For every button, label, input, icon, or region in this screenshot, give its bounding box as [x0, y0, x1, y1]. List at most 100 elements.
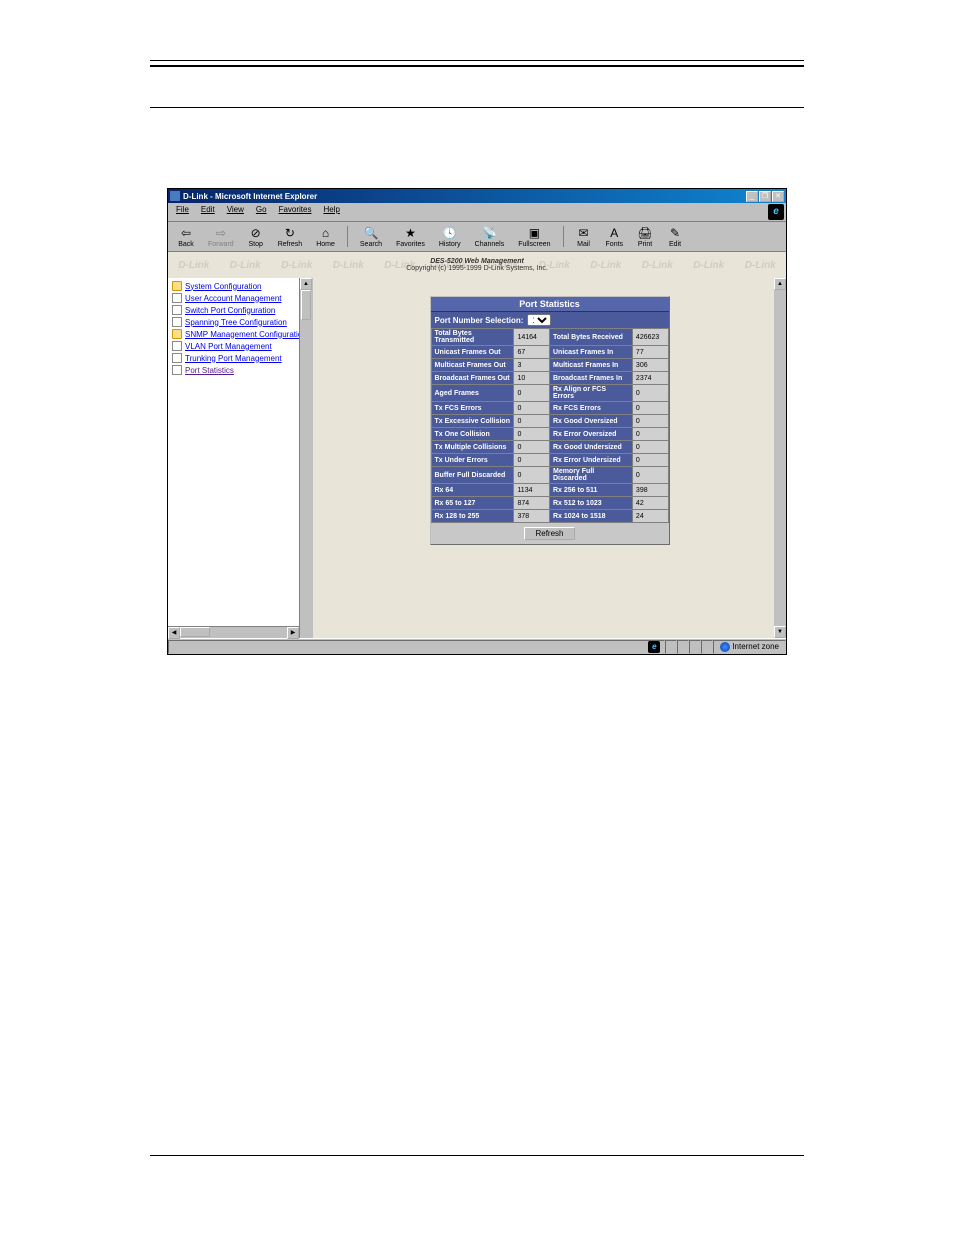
stat-label: Rx Align or FCS Errors	[549, 385, 632, 402]
port-select-label: Port Number Selection:	[435, 316, 524, 325]
sidebar-item-system-config[interactable]: System Configuration	[170, 280, 309, 292]
favorites-button[interactable]: ★Favorites	[390, 224, 431, 249]
stat-value: 0	[632, 428, 668, 441]
globe-icon	[720, 642, 730, 652]
home-icon: ⌂	[318, 225, 334, 241]
stats-row: Aged Frames0Rx Align or FCS Errors0	[431, 385, 668, 402]
print-button[interactable]: 🖨Print	[631, 224, 659, 249]
menu-favorites[interactable]: Favorites	[273, 204, 318, 220]
stat-label: Rx 1024 to 1518	[549, 510, 632, 523]
port-number-select[interactable]: 1	[527, 314, 551, 326]
stat-label: Rx 65 to 127	[431, 497, 514, 510]
menubar: File Edit View Go Favorites Help e	[168, 203, 786, 222]
stat-label: Rx Good Oversized	[549, 415, 632, 428]
stat-value: 14164	[514, 329, 550, 346]
status-zone: Internet zone	[713, 640, 786, 654]
status-main: e	[168, 640, 665, 654]
titlebar-text: D-Link - Microsoft Internet Explorer	[183, 192, 746, 201]
stats-row: Multicast Frames Out3Multicast Frames In…	[431, 359, 668, 372]
stats-row: Tx Multiple Collisions0Rx Good Undersize…	[431, 441, 668, 454]
sidebar-item-spanning-tree[interactable]: Spanning Tree Configuration	[170, 316, 309, 328]
status-cell	[689, 640, 701, 654]
sidebar-item-trunking[interactable]: Trunking Port Management	[170, 352, 309, 364]
stat-value: 0	[514, 415, 550, 428]
stat-value: 0	[514, 467, 550, 484]
stats-row: Rx 128 to 255378Rx 1024 to 151824	[431, 510, 668, 523]
edit-icon: ✎	[667, 225, 683, 241]
close-button[interactable]: ✕	[772, 191, 784, 202]
banner: D-LinkD-LinkD-LinkD-LinkD-LinkD-LinkD-Li…	[168, 252, 786, 278]
stats-panel: Port Statistics Port Number Selection: 1…	[430, 296, 670, 545]
home-button[interactable]: ⌂Home	[310, 224, 341, 249]
sidebar-item-port-statistics[interactable]: Port Statistics	[170, 364, 309, 376]
fullscreen-icon: ▣	[526, 225, 542, 241]
scroll-up-button[interactable]: ▲	[774, 278, 786, 290]
sidebar-scrollbar-v[interactable]: ▲	[299, 278, 311, 638]
stat-label: Tx Excessive Collision	[431, 415, 514, 428]
menu-edit[interactable]: Edit	[195, 204, 221, 220]
stat-label: Tx FCS Errors	[431, 402, 514, 415]
search-button[interactable]: 🔍Search	[354, 224, 388, 249]
sidebar-item-snmp[interactable]: SNMP Management Configuration	[170, 328, 309, 340]
stats-row: Tx Excessive Collision0Rx Good Oversized…	[431, 415, 668, 428]
history-button[interactable]: 🕓History	[433, 224, 467, 249]
stop-button[interactable]: ⊘Stop	[242, 224, 270, 249]
titlebar: D-Link - Microsoft Internet Explorer _ ❐…	[168, 189, 786, 203]
maximize-button[interactable]: ❐	[759, 191, 771, 202]
fonts-button[interactable]: AFonts	[600, 224, 630, 249]
port-select-row: Port Number Selection: 1	[431, 312, 669, 328]
stat-label: Rx Error Undersized	[549, 454, 632, 467]
status-ie-icon: e	[648, 641, 660, 653]
refresh-button[interactable]: ↻Refresh	[272, 224, 309, 249]
sidebar-scrollbar-h[interactable]: ◀ ▶	[168, 626, 299, 638]
menu-view[interactable]: View	[221, 204, 250, 220]
stat-value: 0	[514, 441, 550, 454]
stat-label: Rx FCS Errors	[549, 402, 632, 415]
main-scrollbar-v[interactable]: ▲ ▼	[774, 278, 786, 638]
stat-value: 0	[632, 454, 668, 467]
page-icon	[172, 305, 182, 315]
banner-copyright: Copyright (c) 1995-1999 D-Link Systems, …	[406, 265, 548, 272]
edit-button[interactable]: ✎Edit	[661, 224, 689, 249]
stat-label: Memory Full Discarded	[549, 467, 632, 484]
sidebar-item-switch-port[interactable]: Switch Port Configuration	[170, 304, 309, 316]
status-cell	[665, 640, 677, 654]
sidebar-item-user-account[interactable]: User Account Management	[170, 292, 309, 304]
stat-label: Tx One Collision	[431, 428, 514, 441]
scroll-right-button[interactable]: ▶	[287, 627, 299, 639]
stat-value: 67	[514, 346, 550, 359]
menu-file[interactable]: File	[170, 204, 195, 220]
minimize-button[interactable]: _	[746, 191, 758, 202]
stop-icon: ⊘	[248, 225, 264, 241]
stat-value: 306	[632, 359, 668, 372]
channels-button[interactable]: 📡Channels	[469, 224, 511, 249]
page-icon	[172, 353, 182, 363]
fullscreen-button[interactable]: ▣Fullscreen	[512, 224, 556, 249]
stat-value: 0	[632, 467, 668, 484]
menu-go[interactable]: Go	[250, 204, 273, 220]
search-icon: 🔍	[363, 225, 379, 241]
back-button[interactable]: ⇦Back	[172, 224, 200, 249]
stat-value: 378	[514, 510, 550, 523]
scroll-thumb[interactable]	[180, 627, 210, 637]
mail-button[interactable]: ✉Mail	[570, 224, 598, 249]
browser-window: D-Link - Microsoft Internet Explorer _ ❐…	[167, 188, 787, 655]
stat-label: Rx 64	[431, 484, 514, 497]
scroll-down-button[interactable]: ▼	[774, 626, 786, 638]
banner-title: DES-5200 Web Management	[406, 258, 548, 265]
forward-button[interactable]: ⇨Forward	[202, 224, 240, 249]
stats-refresh-button[interactable]: Refresh	[524, 527, 574, 540]
toolbar: ⇦Back ⇨Forward ⊘Stop ↻Refresh ⌂Home 🔍Sea…	[168, 222, 786, 252]
scroll-thumb[interactable]	[301, 290, 311, 320]
menu-help[interactable]: Help	[317, 204, 345, 220]
stats-row: Rx 65 to 127874Rx 512 to 102342	[431, 497, 668, 510]
scroll-up-button[interactable]: ▲	[300, 278, 312, 290]
scroll-left-button[interactable]: ◀	[168, 627, 180, 639]
back-icon: ⇦	[178, 225, 194, 241]
stat-label: Multicast Frames Out	[431, 359, 514, 372]
sidebar-item-vlan[interactable]: VLAN Port Management	[170, 340, 309, 352]
stats-row: Tx One Collision0Rx Error Oversized0	[431, 428, 668, 441]
stat-label: Broadcast Frames Out	[431, 372, 514, 385]
status-cell	[677, 640, 689, 654]
stat-label: Tx Under Errors	[431, 454, 514, 467]
